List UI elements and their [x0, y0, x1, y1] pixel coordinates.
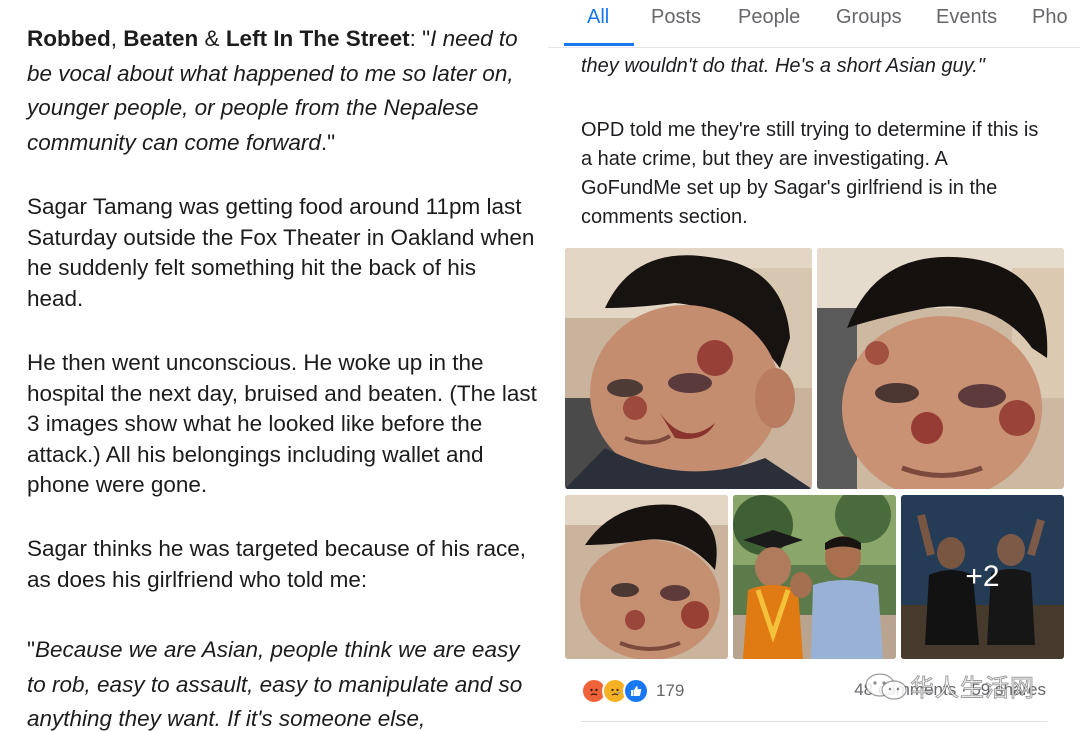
- punct: &: [198, 26, 226, 51]
- watermark-chat-icon: [865, 673, 907, 700]
- tab-all[interactable]: All: [587, 6, 609, 29]
- punct: ,: [110, 26, 124, 51]
- headline-beaten: Beaten: [123, 26, 199, 51]
- more-photos-overlay[interactable]: +2: [901, 495, 1064, 659]
- paragraph-aftermath: He then went unconscious. He woke up in …: [27, 350, 537, 497]
- active-tab-indicator: [564, 43, 634, 46]
- girlfriend-quote-text: Because we are Asian, people think we ar…: [27, 637, 523, 731]
- post-photo-1[interactable]: [565, 248, 812, 489]
- like-icon: [623, 678, 649, 704]
- tab-posts[interactable]: Posts: [651, 6, 701, 29]
- reactions-summary[interactable]: 179: [581, 678, 684, 704]
- paragraph-headline: Robbed, Beaten & Left In The Street: "I …: [27, 22, 537, 160]
- watermark-text: 华人生活网: [910, 675, 1035, 703]
- post-photo-5-more[interactable]: +2: [901, 495, 1064, 659]
- punct: .": [320, 129, 336, 155]
- tab-groups[interactable]: Groups: [836, 6, 902, 29]
- punct: : ": [409, 26, 431, 51]
- paragraph-targeted: Sagar thinks he was targeted because of …: [27, 536, 527, 592]
- headline-robbed: Robbed: [27, 26, 111, 51]
- reactions-count: 179: [656, 681, 685, 700]
- divider: [581, 721, 1047, 722]
- tab-people[interactable]: People: [738, 6, 800, 29]
- facebook-search-panel: All Posts People Groups Events Pho they …: [548, 0, 1080, 731]
- post-photo-4[interactable]: [733, 495, 896, 659]
- punct: .": [972, 55, 985, 77]
- headline-left-in-street: Left In The Street: [225, 26, 410, 51]
- post-quote-tail: they wouldn't do that. He's a short Asia…: [581, 55, 985, 78]
- post-photo-2[interactable]: [817, 248, 1064, 489]
- post-quote-text: they wouldn't do that. He's a short Asia…: [581, 55, 973, 77]
- post-photo-3[interactable]: [565, 495, 728, 659]
- paragraph-incident: Sagar Tamang was getting food around 11p…: [27, 194, 535, 311]
- punct: ": [27, 637, 35, 662]
- tab-events[interactable]: Events: [936, 6, 997, 29]
- paragraph-girlfriend-quote: "Because we are Asian, people think we a…: [27, 633, 537, 731]
- search-tabs-bar: All Posts People Groups Events Pho: [548, 0, 1080, 48]
- post-body-text: OPD told me they're still trying to dete…: [581, 119, 1039, 228]
- article-text-panel: Robbed, Beaten & Left In The Street: "I …: [0, 0, 545, 731]
- tab-photos[interactable]: Pho: [1032, 6, 1068, 29]
